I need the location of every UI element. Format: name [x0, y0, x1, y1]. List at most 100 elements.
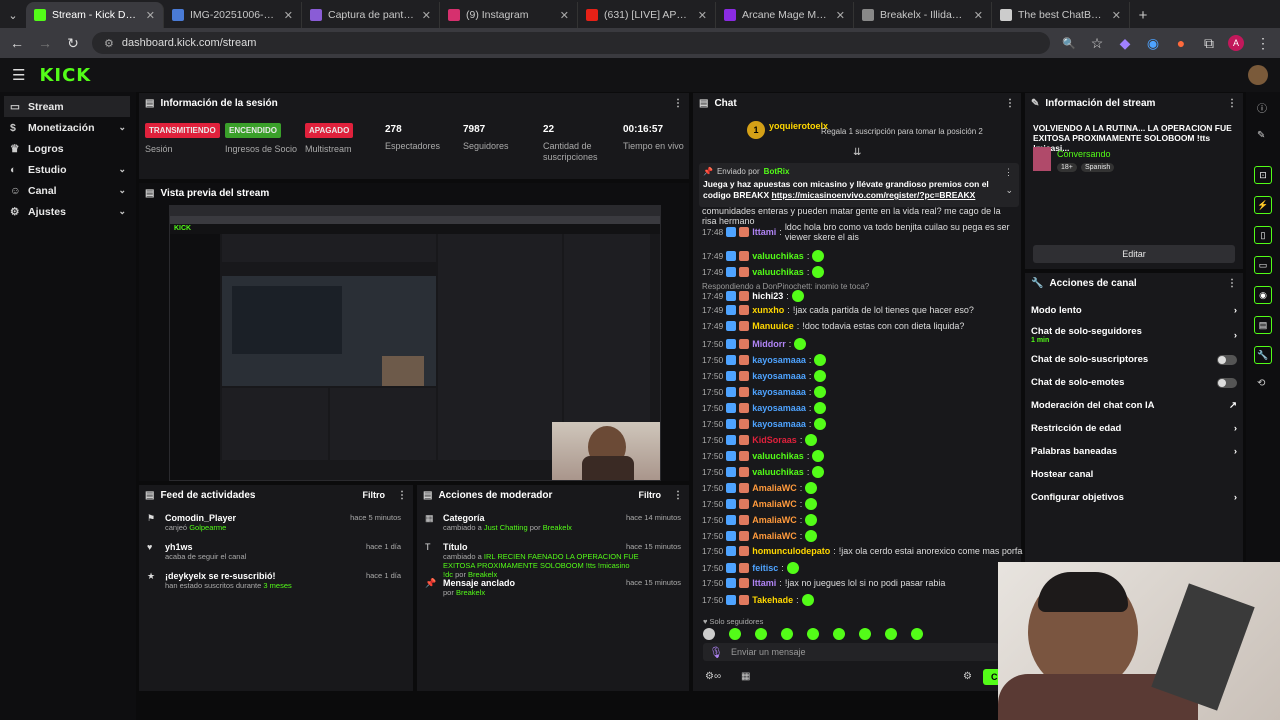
extension-2-icon[interactable]: ◉ — [1144, 35, 1162, 52]
chat-username[interactable]: KidSoraas — [752, 435, 797, 445]
chat-settings-icons[interactable]: ⚙∞ — [705, 671, 721, 682]
chat-input[interactable]: 🎙 Enviar un mensaje — [703, 643, 999, 661]
reload-icon[interactable]: ↻ — [64, 35, 82, 52]
chevron-down-icon[interactable]: ⌄ — [118, 164, 126, 175]
channel-action-row[interactable]: Modo lento › — [1025, 299, 1243, 322]
tab-close-icon[interactable]: ✕ — [284, 9, 293, 22]
pinned-link[interactable]: https://micasinoenvivo.com/register/?pc=… — [772, 190, 976, 200]
quick-action-2-icon[interactable]: ⚡ — [1254, 196, 1272, 214]
extension-3-icon[interactable]: ● — [1172, 35, 1190, 51]
chat-username[interactable]: xunxho — [752, 305, 784, 315]
hamburger-menu-icon[interactable]: ☰ — [12, 66, 25, 84]
chat-settings-icon[interactable]: ⚙ — [963, 671, 972, 682]
chat-username[interactable]: valuuchikas — [752, 467, 804, 477]
chat-username[interactable]: kayosamaaa — [752, 387, 806, 397]
emote-9[interactable] — [911, 628, 923, 640]
chat-username[interactable]: AmaliaWC — [752, 499, 797, 509]
collapse-icon[interactable]: ⇊ — [853, 147, 861, 158]
sidebar-item-0[interactable]: ▭ Stream — [4, 96, 130, 117]
chevron-right-icon[interactable]: › — [1234, 492, 1237, 503]
channel-action-row[interactable]: Hostear canal — [1025, 463, 1243, 486]
tab-3[interactable]: (9) Instagram ✕ — [440, 2, 578, 28]
pinned-user[interactable]: BotRix — [764, 167, 790, 176]
sidebar-item-1[interactable]: $ Monetización ⌄ — [0, 117, 136, 138]
chat-username[interactable]: lttami — [752, 578, 776, 588]
site-info-icon[interactable]: ⚙ — [104, 37, 114, 50]
toggle-switch[interactable] — [1217, 354, 1237, 365]
forward-icon[interactable]: → — [36, 35, 54, 51]
tab-close-icon[interactable]: ✕ — [836, 9, 845, 22]
browser-menu-icon[interactable]: ⋮ — [1254, 35, 1272, 52]
tab-close-icon[interactable]: ✕ — [1112, 9, 1121, 22]
toggle-switch[interactable] — [1217, 377, 1237, 388]
emote-4[interactable] — [781, 628, 793, 640]
stream-preview-video[interactable]: KICK — [169, 205, 661, 481]
quick-action-6-icon[interactable]: ▤ — [1254, 316, 1272, 334]
extensions-puzzle-icon[interactable]: ⧉ — [1200, 35, 1218, 52]
chat-username[interactable]: kayosamaaa — [752, 355, 806, 365]
tab-4[interactable]: (631) [LIVE] APLICAND ✕ — [578, 2, 716, 28]
quick-action-5-icon[interactable]: ◉ — [1254, 286, 1272, 304]
chevron-down-icon[interactable]: ⌄ — [118, 206, 126, 217]
back-icon[interactable]: ← — [8, 35, 26, 51]
pinned-expand-icon[interactable]: ⌄ — [1005, 185, 1013, 196]
channel-action-row[interactable]: Configurar objetivos › — [1025, 486, 1243, 509]
mod-action-user[interactable]: Breakelx — [543, 523, 572, 532]
sidebar-item-4[interactable]: ☺ Canal ⌄ — [0, 180, 136, 201]
channel-actions-more-icon[interactable]: ⋮ — [1227, 278, 1237, 289]
quick-action-3-icon[interactable]: ▯ — [1254, 226, 1272, 244]
channel-action-row[interactable]: Restricción de edad › — [1025, 417, 1243, 440]
tab-2[interactable]: Captura de pantalla por L ✕ — [302, 2, 440, 28]
chat-username[interactable]: homunculodepato — [752, 546, 830, 556]
channel-action-row[interactable]: Moderación del chat con IA ↗ — [1025, 394, 1243, 417]
chat-username[interactable]: Middorr — [752, 339, 786, 349]
chat-username[interactable]: hichi23 — [752, 291, 783, 301]
emote-6[interactable] — [833, 628, 845, 640]
channel-action-row[interactable]: Chat de solo-suscriptores — [1025, 348, 1243, 371]
url-field[interactable]: ⚙ dashboard.kick.com/stream — [92, 32, 1050, 54]
tab-1[interactable]: IMG-20251006-172703-2 ✕ — [164, 2, 302, 28]
chevron-right-icon[interactable]: › — [1234, 330, 1237, 341]
feed-filter-button[interactable]: Filtro — [363, 490, 386, 500]
tab-close-icon[interactable]: ✕ — [698, 9, 707, 22]
chat-username[interactable]: Manuuice — [752, 321, 794, 331]
quick-action-1-icon[interactable]: ⊡ — [1254, 166, 1272, 184]
emote-2[interactable] — [729, 628, 741, 640]
extension-icon[interactable]: ◆ — [1116, 35, 1134, 52]
emote-3[interactable] — [755, 628, 767, 640]
chat-store-icon[interactable]: ▦ — [741, 671, 750, 682]
chat-username[interactable]: kayosamaaa — [752, 371, 806, 381]
emote-5[interactable] — [807, 628, 819, 640]
tab-search-icon[interactable]: ⌄ — [0, 2, 26, 28]
profile-avatar[interactable]: A — [1228, 35, 1244, 51]
tab-5[interactable]: Arcane Mage Mythic+ Bu ✕ — [716, 2, 854, 28]
tab-close-icon[interactable]: ✕ — [560, 9, 569, 22]
mic-icon[interactable]: 🎙 — [709, 646, 723, 659]
sidebar-item-5[interactable]: ⚙ Ajustes ⌄ — [0, 201, 136, 222]
external-link-icon[interactable]: ↗ — [1229, 400, 1237, 411]
user-avatar[interactable] — [1248, 65, 1268, 85]
chevron-right-icon[interactable]: › — [1234, 305, 1237, 316]
mod-more-icon[interactable]: ⋮ — [673, 490, 683, 501]
info-circle-icon[interactable]: ⓘ — [1257, 100, 1267, 115]
stream-info-more-icon[interactable]: ⋮ — [1227, 98, 1237, 109]
sidebar-item-2[interactable]: ♛ Logros — [0, 138, 136, 159]
zoom-icon[interactable]: 🔍 — [1060, 37, 1078, 50]
quick-action-4-icon[interactable]: ▭ — [1254, 256, 1272, 274]
emote-1[interactable] — [703, 628, 715, 640]
sidebar-item-3[interactable]: ◐ Estudio ⌄ — [0, 159, 136, 180]
chevron-down-icon[interactable]: ⌄ — [118, 122, 126, 133]
chat-username[interactable]: kayosamaaa — [752, 403, 806, 413]
emote-8[interactable] — [885, 628, 897, 640]
chat-username[interactable]: lttami — [752, 227, 776, 237]
channel-action-row[interactable]: Palabras baneadas › — [1025, 440, 1243, 463]
chat-username[interactable]: Takehade — [752, 595, 793, 605]
category-name[interactable]: Conversando — [1057, 149, 1111, 159]
chat-username[interactable]: AmaliaWC — [752, 483, 797, 493]
chat-username[interactable]: AmaliaWC — [752, 515, 797, 525]
chat-username[interactable]: AmaliaWC — [752, 531, 797, 541]
share-icon[interactable]: ⟲ — [1257, 378, 1265, 389]
top-gifter-name[interactable]: yoquierotoelx — [769, 121, 828, 131]
tab-close-icon[interactable]: ✕ — [146, 9, 155, 22]
chat-username[interactable]: valuuchikas — [752, 267, 804, 277]
